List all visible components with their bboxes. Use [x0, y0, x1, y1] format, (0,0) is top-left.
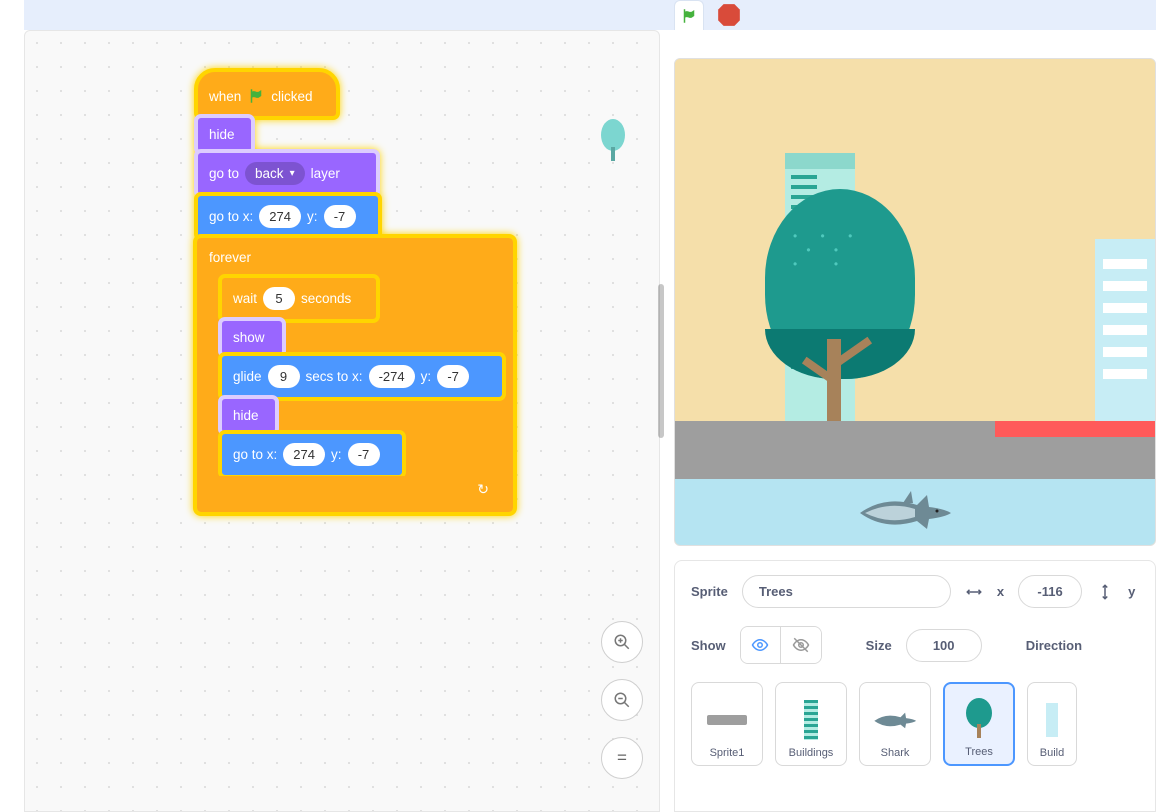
block-hide-2[interactable]: hide [221, 398, 276, 433]
stop-icon [716, 2, 742, 28]
loop-arrow-icon: ↻ [477, 481, 489, 498]
stage[interactable]: • • • • •• • [674, 58, 1156, 546]
green-flag-icon [680, 7, 698, 25]
sprite-size-input[interactable] [906, 629, 982, 662]
show-label: Show [691, 638, 726, 653]
gotoxy-prefix: go to x: [209, 209, 253, 224]
gotoxy-y-input[interactable]: -7 [324, 205, 356, 228]
zoom-in-button[interactable] [601, 621, 643, 663]
equals-icon: = [617, 748, 627, 768]
gotoxy-mid: y: [307, 209, 318, 224]
block-when-flag-clicked[interactable]: when clicked [197, 71, 337, 117]
y-label: y [1128, 584, 1135, 599]
sprite-card-trees[interactable]: Trees [943, 682, 1015, 766]
sprite1-name: Sprite1 [710, 747, 745, 759]
layer-dropdown[interactable]: back [245, 162, 305, 185]
block-hide[interactable]: hide [197, 117, 252, 152]
block-go-to-xy-2[interactable]: go to x: 274 y: -7 [221, 433, 403, 476]
block-wait[interactable]: wait 5 seconds [221, 277, 377, 320]
glide-mid1: secs to x: [306, 369, 363, 384]
goto-layer-suffix: layer [311, 166, 340, 181]
gotoxy2-y-input[interactable]: -7 [348, 443, 380, 466]
sprite1-thumb [702, 697, 752, 743]
glide-y-input[interactable]: -7 [437, 365, 469, 388]
forever-bottom-arm: ↻ [207, 476, 503, 502]
shark-thumb [870, 697, 920, 743]
sprite-card-build[interactable]: Build [1027, 682, 1077, 766]
block-show[interactable]: show [221, 320, 283, 355]
gotoxy2-mid: y: [331, 447, 342, 462]
gotoxy-x-input[interactable]: 274 [259, 205, 301, 228]
layer-dropdown-value: back [255, 166, 284, 181]
sprite-card-shark[interactable]: Shark [859, 682, 931, 766]
show-text: show [233, 330, 265, 345]
goto-layer-prefix: go to [209, 166, 239, 181]
hat-clicked-text: clicked [271, 89, 312, 104]
sprite-name-input[interactable] [742, 575, 951, 608]
sprite-card-sprite1[interactable]: Sprite1 [691, 682, 763, 766]
trees-name: Trees [965, 746, 993, 758]
code-workspace[interactable]: when clicked hide go to back layer go to… [24, 30, 660, 812]
gotoxy2-prefix: go to x: [233, 447, 277, 462]
green-flag-button[interactable] [674, 0, 704, 30]
glide-x-input[interactable]: -274 [369, 365, 415, 388]
stage-controls [674, 0, 744, 30]
stage-redline [995, 421, 1155, 437]
zoom-controls: = [601, 621, 643, 779]
block-glide[interactable]: glide 9 secs to x: -274 y: -7 [221, 355, 503, 398]
eye-icon [751, 636, 769, 654]
hat-when-text: when [209, 89, 241, 104]
sprite-thumbnail-workspace [599, 119, 627, 163]
zoom-reset-button[interactable]: = [601, 737, 643, 779]
sprite-x-input[interactable] [1018, 575, 1082, 608]
zoom-in-icon [613, 633, 631, 651]
build-thumb [1027, 697, 1077, 743]
buildings-thumb [786, 697, 836, 743]
gotoxy2-x-input[interactable]: 274 [283, 443, 325, 466]
sprite-list: Sprite1 Buildings Shark Trees Build [691, 682, 1139, 766]
hide-text: hide [209, 127, 235, 142]
wait-suffix: seconds [301, 291, 351, 306]
visibility-toggle [740, 626, 822, 664]
scrollbar-thumb[interactable] [658, 284, 664, 438]
y-arrows-icon [1096, 583, 1114, 601]
green-flag-icon [247, 87, 265, 105]
forever-inner: wait 5 seconds show glide 9 secs to x: -… [221, 277, 503, 476]
glide-mid2: y: [421, 369, 432, 384]
wait-secs-input[interactable]: 5 [263, 287, 295, 310]
shark-name: Shark [881, 747, 910, 759]
glide-prefix: glide [233, 369, 262, 384]
eye-off-icon [792, 636, 810, 654]
block-forever[interactable]: forever wait 5 seconds show glide 9 secs… [197, 238, 513, 512]
wait-prefix: wait [233, 291, 257, 306]
block-stack[interactable]: when clicked hide go to back layer go to… [197, 71, 513, 512]
show-hidden-button[interactable] [781, 627, 821, 663]
show-visible-button[interactable] [741, 627, 781, 663]
stop-button[interactable] [714, 0, 744, 30]
forever-label: forever [207, 248, 503, 277]
trees-thumb [954, 696, 1004, 742]
zoom-out-icon [613, 691, 631, 709]
direction-label: Direction [1026, 638, 1082, 653]
stage-tree-sprite[interactable]: • • • • •• • [765, 189, 915, 439]
x-label: x [997, 584, 1004, 599]
top-bar [24, 0, 1156, 30]
block-go-to-xy[interactable]: go to x: 274 y: -7 [197, 195, 379, 238]
zoom-out-button[interactable] [601, 679, 643, 721]
sprite-label: Sprite [691, 584, 728, 599]
glide-secs-input[interactable]: 9 [268, 365, 300, 388]
stage-shark-sprite[interactable] [855, 491, 955, 531]
build-name: Build [1040, 747, 1064, 759]
buildings-name: Buildings [789, 747, 834, 759]
size-label: Size [866, 638, 892, 653]
sprite-card-buildings[interactable]: Buildings [775, 682, 847, 766]
x-arrows-icon [965, 583, 983, 601]
block-go-to-layer[interactable]: go to back layer [197, 152, 377, 195]
hide2-text: hide [233, 408, 259, 423]
sprite-info-panel: Sprite x y Show Size Direction Sprite1 B… [674, 560, 1156, 812]
